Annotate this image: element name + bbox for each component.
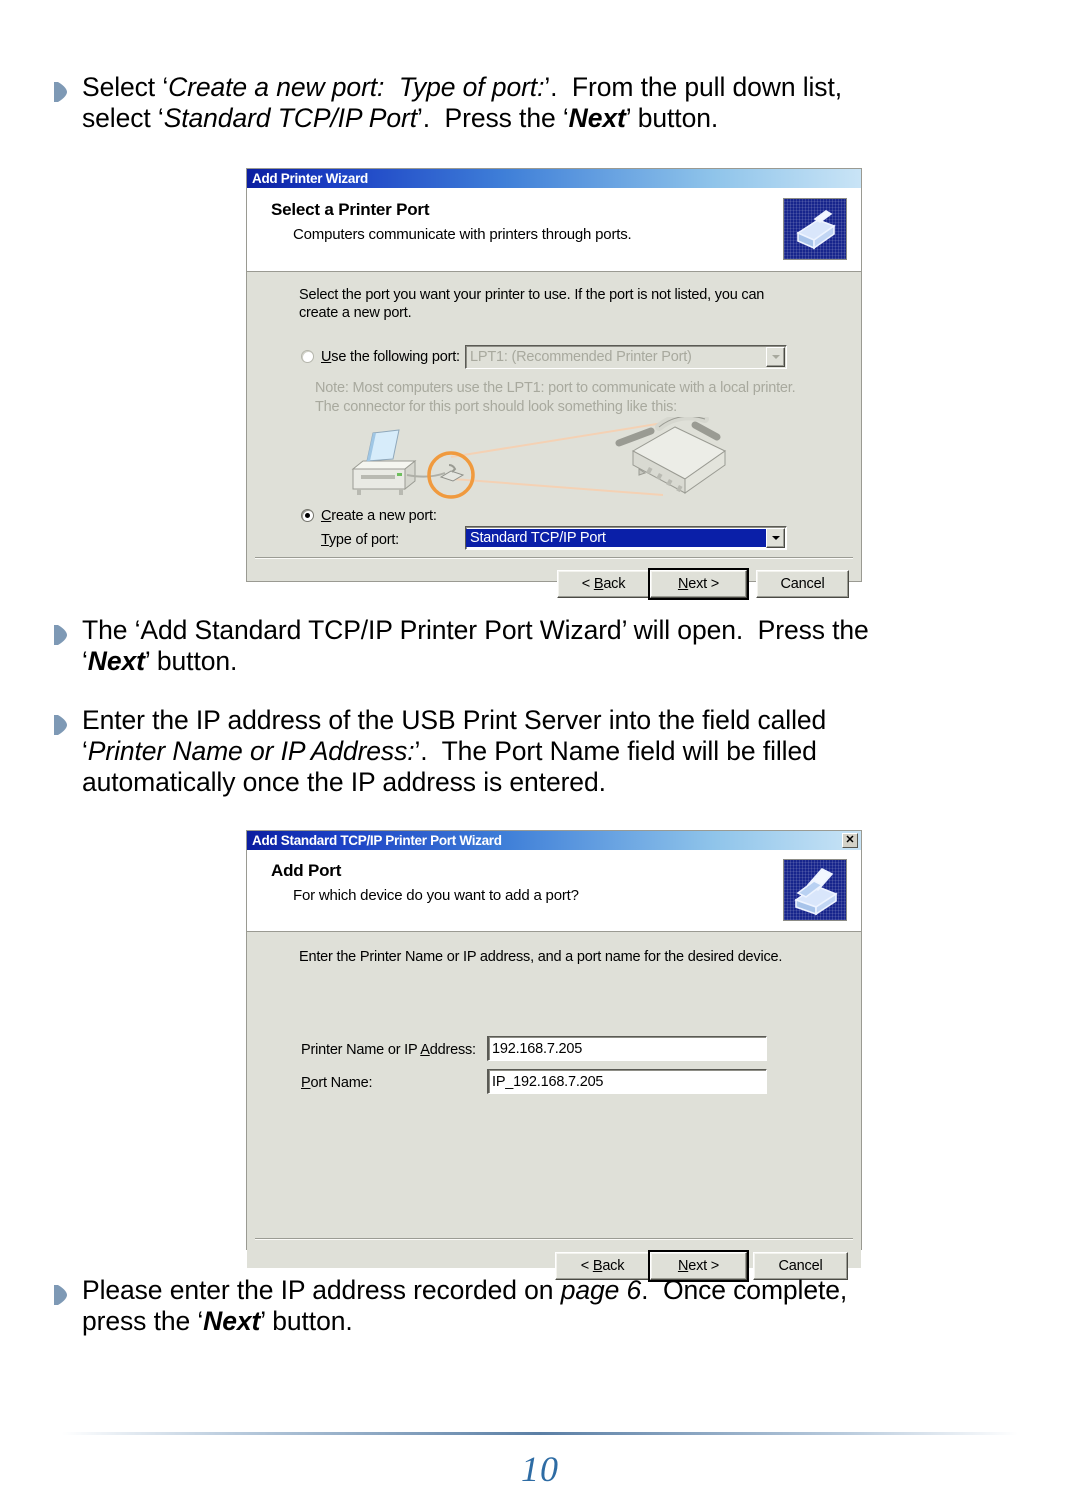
instruction-text: The ‘Add Standard TCP/IP Printer Port Wi…	[82, 615, 869, 676]
printer-name-or-ip-address-input[interactable]: 192.168.7.205	[487, 1036, 767, 1061]
instruction-text: Select ‘Create a new port: Type of port:…	[82, 72, 842, 133]
bullet-arrow-icon	[52, 1284, 74, 1306]
bullet-arrow-icon	[52, 714, 74, 736]
dialog-intro-text: Select the port you want your printer to…	[299, 287, 765, 322]
printer-and-parallel-connector-illustration	[333, 417, 743, 505]
dialog-title: Add Printer Wizard	[252, 171, 368, 186]
instruction-step-enter-recorded-ip: Please enter the IP address recorded on …	[52, 1275, 1032, 1337]
footer-separator	[255, 1238, 853, 1240]
input-value: IP_192.168.7.205	[492, 1073, 604, 1090]
dialog-titlebar[interactable]: Add Printer Wizard	[247, 169, 861, 188]
dialog-header-subtitle: Computers communicate with printers thro…	[293, 226, 632, 243]
dialog-titlebar[interactable]: Add Standard TCP/IP Printer Port Wizard …	[247, 831, 861, 850]
combo-use-following-port[interactable]: LPT1: (Recommended Printer Port)	[465, 345, 787, 369]
label-use-following-port: Use the following port:	[321, 349, 460, 365]
next-button-label: Next >	[677, 575, 720, 592]
label-port-name: Port Name:	[301, 1075, 373, 1091]
page-number: 10	[521, 1449, 559, 1489]
combo-value: Standard TCP/IP Port	[466, 529, 766, 547]
close-icon[interactable]: ✕	[842, 833, 858, 848]
label-type-of-port: Type of port:	[321, 532, 400, 548]
back-button-label: < Back	[580, 1257, 625, 1274]
dialog-add-standard-tcpip-printer-port-wizard[interactable]: Add Standard TCP/IP Printer Port Wizard …	[246, 830, 862, 1282]
chevron-down-icon[interactable]	[766, 347, 785, 367]
dialog-title: Add Standard TCP/IP Printer Port Wizard	[252, 833, 502, 848]
instruction-step-enter-ip-address: Enter the IP address of the USB Print Se…	[52, 705, 1032, 798]
bullet-arrow-icon	[52, 624, 74, 646]
next-button-label: Next >	[677, 1257, 720, 1274]
lpt-port-note: Note: Most computers use the LPT1: port …	[315, 380, 796, 415]
back-button[interactable]: < Back	[557, 570, 650, 598]
combo-type-of-port[interactable]: Standard TCP/IP Port	[465, 526, 787, 550]
bullet-arrow-icon	[52, 81, 74, 103]
radio-use-following-port[interactable]	[301, 350, 314, 363]
dialog-header-title: Add Port	[271, 861, 342, 880]
printer-port-icon	[783, 859, 847, 921]
dialog-body: Enter the Printer Name or IP address, an…	[247, 932, 861, 1282]
dialog-select-a-printer-port[interactable]: Add Printer Wizard Select a Printer Port…	[246, 168, 862, 600]
radio-create-new-port[interactable]	[301, 509, 314, 522]
printer-port-icon	[783, 198, 847, 260]
instruction-text: Please enter the IP address recorded on …	[82, 1275, 848, 1336]
port-name-input[interactable]: IP_192.168.7.205	[487, 1069, 767, 1094]
instruction-text: Enter the IP address of the USB Print Se…	[82, 705, 827, 797]
label-printer-name-or-ip-address: Printer Name or IP Address:	[301, 1042, 476, 1058]
dialog-header: Select a Printer Port Computers communic…	[247, 188, 861, 272]
input-value: 192.168.7.205	[492, 1040, 583, 1057]
dialog-header: Add Port For which device do you want to…	[247, 850, 861, 932]
footer-divider	[62, 1432, 1018, 1435]
back-button-label: < Back	[581, 575, 626, 592]
dialog-header-title: Select a Printer Port	[271, 200, 430, 219]
dialog-body: Select the port you want your printer to…	[247, 272, 861, 600]
dialog-header-subtitle: For which device do you want to add a po…	[293, 887, 579, 904]
cancel-button-label: Cancel	[780, 575, 825, 592]
combo-value: LPT1: (Recommended Printer Port)	[470, 349, 692, 365]
label-create-new-port: Create a new port:	[321, 508, 437, 524]
radio-selected-dot	[305, 513, 310, 518]
next-button[interactable]: Next >	[648, 568, 749, 600]
cancel-button-label: Cancel	[778, 1257, 823, 1274]
instruction-step-select-create-new-port: Select ‘Create a new port: Type of port:…	[52, 72, 1032, 134]
dialog-intro-text: Enter the Printer Name or IP address, an…	[299, 949, 783, 965]
cancel-button[interactable]: Cancel	[756, 570, 849, 598]
instruction-step-wizard-opens: The ‘Add Standard TCP/IP Printer Port Wi…	[52, 615, 1032, 677]
footer-separator	[255, 557, 853, 559]
chevron-down-icon[interactable]	[766, 528, 785, 548]
